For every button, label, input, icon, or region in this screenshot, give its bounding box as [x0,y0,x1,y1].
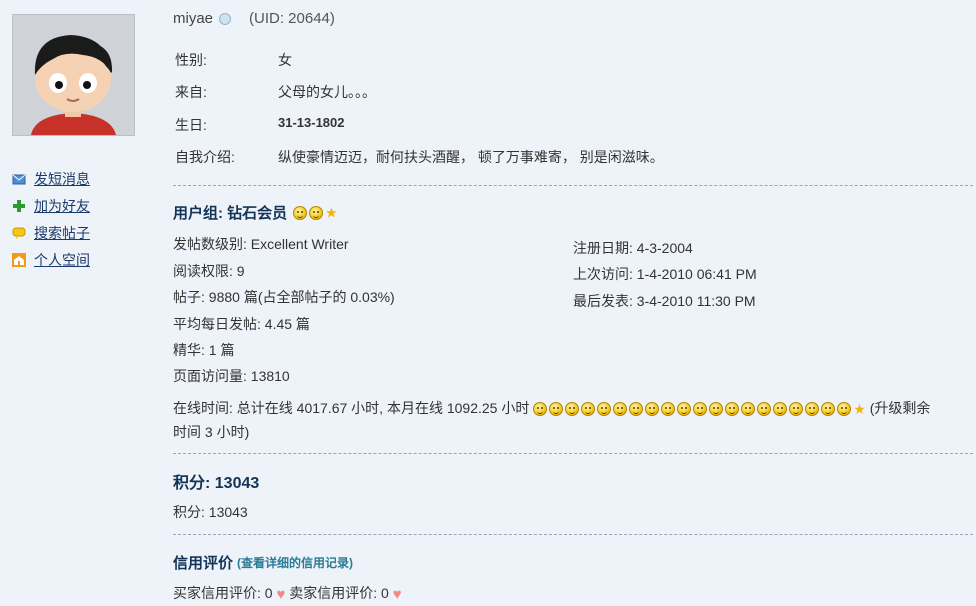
from-row: 来自: 父母的女儿。。。 [175,82,376,102]
online-upgrade-text: (升级剩余 [869,400,931,416]
online-remaining-text: 时间 3 小时) [173,423,250,440]
credit-detail-link[interactable]: (查看详细的信用记录) [237,554,353,571]
smiley-icon [645,402,660,417]
smiley-icon [757,402,772,417]
smiley-icon [693,402,708,417]
user-group-label: 用户组: 钻石会员 [173,205,288,222]
credit-title: 信用评价 (查看详细的信用记录) [173,552,353,573]
birthday-value: 31-13-1802 [278,115,345,130]
online-time: 在线时间: 总计在线 4017.67 小时, 本月在线 1092.25 小时 ★… [173,397,973,444]
gender-row: 性别: 女 [175,50,292,70]
sidebar-item-label[interactable]: 发短消息 [34,169,90,189]
smiley-icon [629,402,644,417]
avatar-cartoon-image [13,15,134,135]
heart-icon: ♥ [392,585,402,603]
smiley-icon [661,402,676,417]
sidebar-item-send-message[interactable]: 发短消息 [12,165,90,192]
smiley-icon [549,402,564,417]
smiley-icon [677,402,692,417]
last-visit: 上次访问: 1-4-2010 06:41 PM [573,266,757,282]
smiley-icon [309,205,324,220]
smiley-icon [709,402,724,417]
smiley-icon [597,402,612,417]
smiley-icon [789,402,804,417]
envelope-icon [12,172,26,186]
intro-row: 自我介绍: 纵使豪情迈迈，耐何扶头酒醒， 顿了万事难寄， 别是闲滋味。 [175,147,664,167]
read-permission: 阅读权限: 9 [173,263,245,279]
sidebar-item-label[interactable]: 加为好友 [34,196,90,216]
star-icon: ★ [853,400,866,417]
user-id: (UID: 20644) [249,10,335,27]
star-icon: ★ [325,204,338,221]
gender-value: 女 [278,52,292,68]
register-date: 注册日期: 4-3-2004 [573,240,693,256]
points-value: 积分: 13043 [173,504,248,520]
smiley-icon [837,402,852,417]
sidebar-item-label[interactable]: 搜索帖子 [34,223,90,243]
username[interactable]: miyae [173,10,213,27]
smiley-icon [741,402,756,417]
intro-label: 自我介绍: [175,149,235,165]
avatar [12,14,135,136]
smiley-icon [613,402,628,417]
smiley-icon [565,402,580,417]
intro-value: 纵使豪情迈迈，耐何扶头酒醒， 顿了万事难寄， 别是闲滋味。 [278,149,664,165]
smiley-icon [805,402,820,417]
from-value: 父母的女儿。。。 [278,84,376,100]
online-rank-icons: ★ [533,400,869,417]
divider [173,185,973,186]
divider [173,534,973,535]
heart-icon: ♥ [276,585,286,603]
gender-label: 性别: [175,52,207,68]
smiley-icon [293,205,308,220]
from-label: 来自: [175,84,207,100]
sidebar-item-label[interactable]: 个人空间 [34,250,90,270]
birthday-row: 生日: 31-13-1802 [175,115,345,135]
credit-ratings: 买家信用评价: 0 ♥ 卖家信用评价: 0 ♥ [173,583,402,603]
rank-icons: ★ [293,204,338,222]
smiley-icon [821,402,836,417]
divider [173,453,973,454]
online-time-text: 在线时间: 总计在线 4017.67 小时, 本月在线 1092.25 小时 [173,400,530,416]
post-count: 帖子: 9880 篇(占全部帖子的 0.03%) [173,289,395,305]
smiley-icon [773,402,788,417]
user-header: miyae (UID: 20644) [173,10,335,27]
sidebar-item-personal-space[interactable]: 个人空间 [12,246,90,273]
daily-average: 平均每日发帖: 4.45 篇 [173,316,310,332]
speech-bubble-icon [12,226,26,240]
smiley-icon [533,402,548,417]
plus-icon [12,199,26,213]
sidebar-item-add-friend[interactable]: 加为好友 [12,192,90,219]
points-title: 积分: 13043 [173,475,260,492]
seller-rating: 卖家信用评价: 0 [289,585,389,601]
page-views: 页面访问量: 13810 [173,368,290,384]
buyer-rating: 买家信用评价: 0 [173,585,273,601]
post-level: 发帖数级别: Excellent Writer [173,236,349,252]
credit-title-label: 信用评价 [173,555,234,572]
digest-count: 精华: 1 篇 [173,342,235,358]
offline-status-icon [219,12,232,25]
birthday-label: 生日: [175,117,207,133]
sidebar-item-search-posts[interactable]: 搜索帖子 [12,219,90,246]
user-group-title: 用户组: 钻石会员 ★ [173,202,338,223]
sidebar: 发短消息 加为好友 搜索帖子 个人空间 [12,165,90,273]
last-post: 最后发表: 3-4-2010 11:30 PM [573,293,756,309]
smiley-icon [581,402,596,417]
smiley-icon [725,402,740,417]
home-icon [12,252,26,267]
